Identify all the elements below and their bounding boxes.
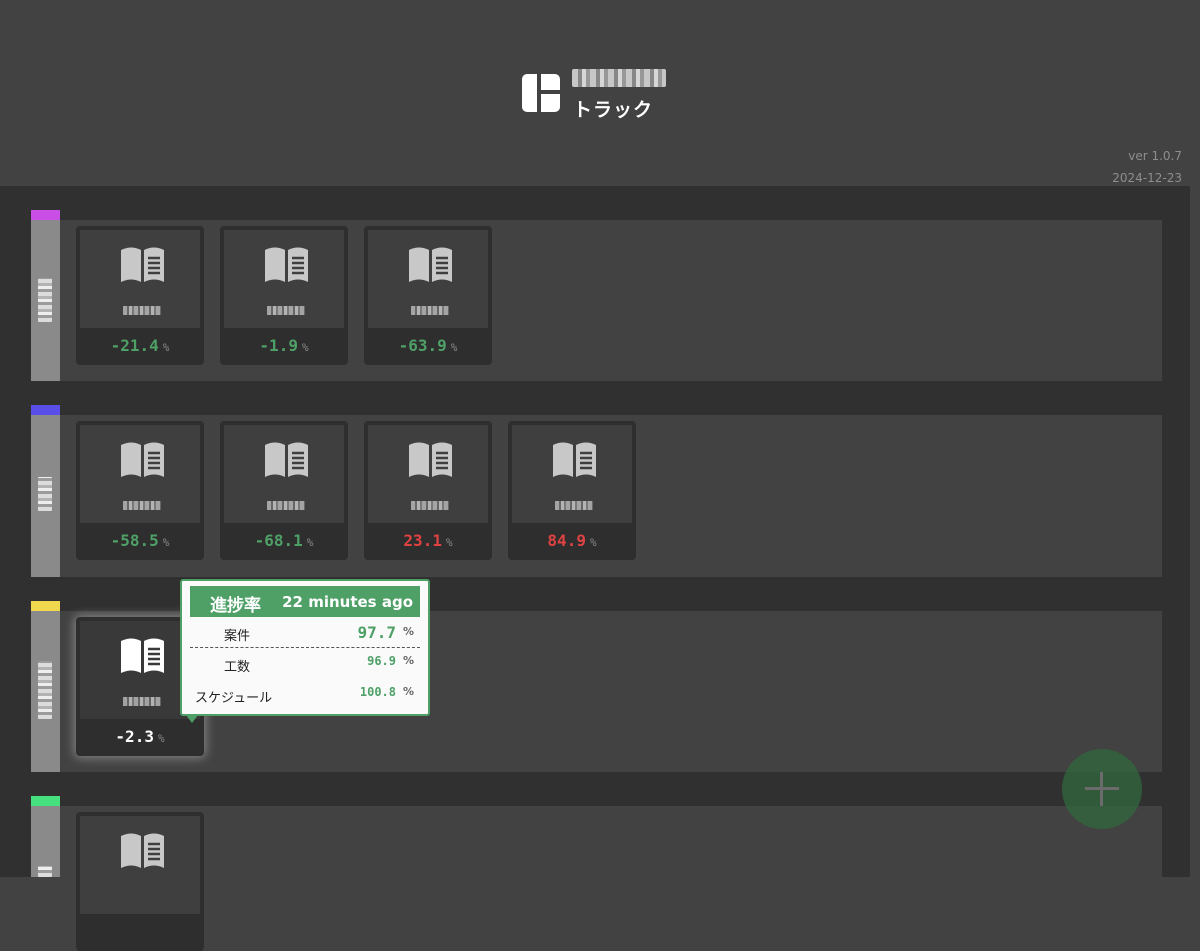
project-card[interactable]: -63.9%: [364, 226, 492, 365]
project-card[interactable]: 23.1%: [364, 421, 492, 560]
tooltip-row-label: 案件: [224, 629, 251, 644]
tooltip-row-label: 工数: [224, 660, 251, 675]
app-subtitle: トラック: [573, 99, 654, 121]
tooltip-title: 進捗率: [210, 596, 261, 616]
project-card[interactable]: -58.5%: [76, 421, 204, 560]
progress-value: -2.3%: [115, 727, 165, 746]
project-name-blurred: [267, 501, 305, 510]
progress-value: -63.9%: [398, 336, 458, 355]
group-color-tag: [31, 210, 60, 220]
tooltip-row-unit: %: [402, 685, 414, 698]
tooltip-row: スケジュール 100.8 %: [190, 679, 420, 710]
progress-value: -68.1%: [254, 531, 314, 550]
group-label[interactable]: [31, 220, 60, 381]
scrollbar[interactable]: [1190, 186, 1200, 774]
open-book-icon: [121, 638, 164, 673]
project-card[interactable]: 84.9%: [508, 421, 636, 560]
project-card[interactable]: -21.4%: [76, 226, 204, 365]
app-header: トラック ver 1.0.7 2024-12-23: [0, 0, 1200, 186]
version-text: ver 1.0.7: [1128, 149, 1182, 163]
open-book-icon: [553, 442, 596, 477]
tooltip-row: 工数 96.9 %: [190, 648, 420, 679]
progress-value: -1.9%: [259, 336, 309, 355]
tooltip-row-value: 100.8: [359, 685, 396, 699]
progress-value: -58.5%: [110, 531, 170, 550]
tooltip-row-unit: %: [402, 654, 414, 667]
group-label[interactable]: [31, 611, 60, 772]
project-name-blurred: [267, 306, 305, 315]
progress-value: 84.9%: [547, 531, 597, 550]
group-label[interactable]: [31, 806, 60, 877]
group-row: -21.4% -1.9% -63.9%: [31, 210, 1162, 381]
project-name-blurred: [411, 306, 449, 315]
plus-icon-vertical: [1100, 772, 1103, 806]
tooltip-row-value: 97.7: [357, 623, 396, 642]
app-logo-icon: [522, 74, 560, 112]
project-name-blurred: [123, 697, 161, 706]
project-card[interactable]: -1.9%: [220, 226, 348, 365]
open-book-icon: [265, 442, 308, 477]
version-info: ver 1.0.7 2024-12-23: [1112, 145, 1182, 189]
open-book-icon: [409, 442, 452, 477]
tooltip-timestamp: 22 minutes ago: [282, 593, 413, 611]
group-label[interactable]: [31, 415, 60, 577]
project-card[interactable]: -68.1%: [220, 421, 348, 560]
progress-value: 23.1%: [403, 531, 453, 550]
tooltip-row: 案件 97.7 %: [190, 617, 420, 648]
add-button[interactable]: [1062, 749, 1142, 829]
project-name-blurred: [555, 501, 593, 510]
progress-value: -21.4%: [110, 336, 170, 355]
tooltip-header: 進捗率 22 minutes ago: [190, 586, 420, 617]
group-name-blurred: [38, 661, 52, 719]
project-name-blurred: [123, 501, 161, 510]
open-book-icon: [121, 442, 164, 477]
project-name-blurred: [123, 306, 161, 315]
open-book-icon: [265, 247, 308, 282]
open-book-icon: [121, 833, 164, 868]
group-color-tag: [31, 601, 60, 611]
open-book-icon: [409, 247, 452, 282]
project-card[interactable]: [76, 812, 204, 951]
group-color-tag: [31, 405, 60, 415]
tooltip-row-label: スケジュール: [195, 691, 273, 706]
tooltip-row-value: 96.9: [367, 654, 396, 668]
tooltip-row-unit: %: [402, 625, 414, 638]
progress-tooltip: 進捗率 22 minutes ago 案件 97.7 % 工数 96.9 % ス…: [180, 579, 430, 723]
group-name-blurred: [38, 866, 52, 877]
group-color-tag: [31, 796, 60, 806]
group-row: [31, 796, 1162, 951]
project-name-blurred: [411, 501, 449, 510]
open-book-icon: [121, 247, 164, 282]
group-name-blurred: [38, 278, 52, 322]
group-name-blurred: [38, 477, 52, 511]
group-row: -58.5% -68.1% 23.1% 84.9%: [31, 405, 1162, 577]
app-name-blurred: [572, 69, 666, 87]
